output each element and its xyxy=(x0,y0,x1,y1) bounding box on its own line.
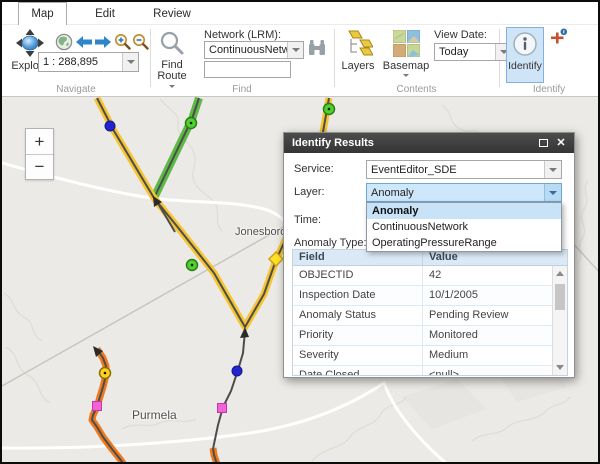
ribbon: Explore xyxy=(2,25,598,96)
view-date-combobox[interactable]: Today xyxy=(434,43,512,61)
dialog-titlebar[interactable]: Identify Results ✕ xyxy=(284,133,574,153)
table-row[interactable]: SeverityMedium xyxy=(293,346,552,366)
field-column-header: Field xyxy=(293,250,423,265)
find-group-label: Find xyxy=(150,84,334,95)
scrollbar-down-icon[interactable] xyxy=(553,361,567,374)
table-row[interactable]: PriorityMonitored xyxy=(293,326,552,346)
layer-dropdown-list: Anomaly ContinuousNetwork OperatingPress… xyxy=(366,202,562,252)
map-zoom-in-button[interactable]: + xyxy=(26,129,53,154)
service-combobox[interactable]: EventEditor_SDE xyxy=(366,160,562,179)
layer-combobox[interactable]: Anomaly xyxy=(366,183,562,202)
network-lrm-label: Network (LRM): xyxy=(204,29,281,41)
basemap-icon xyxy=(393,30,420,60)
table-row[interactable]: OBJECTID42 xyxy=(293,266,552,286)
marker-green-point[interactable] xyxy=(186,118,197,129)
map-zoom-control: + − xyxy=(25,128,54,180)
identify-button[interactable]: Identify xyxy=(506,27,544,83)
table-header-row: Field Value xyxy=(293,250,567,266)
tab-map[interactable]: Map xyxy=(18,2,67,25)
find-route-button[interactable]: Find Route xyxy=(153,30,191,88)
maximize-button[interactable] xyxy=(536,136,550,150)
table-row[interactable]: Inspection Date10/1/2005 xyxy=(293,286,552,306)
dropdown-arrow-icon[interactable] xyxy=(544,184,561,201)
scrollbar-up-icon[interactable] xyxy=(553,267,567,280)
town-label-purmela: Purmela xyxy=(132,408,177,422)
table-scrollbar[interactable] xyxy=(552,266,567,375)
maximize-icon xyxy=(539,139,548,147)
group-separator xyxy=(150,29,151,87)
marker-green-point[interactable] xyxy=(324,104,335,115)
tab-edit[interactable]: Edit xyxy=(80,2,130,25)
identify-route-icon[interactable] xyxy=(549,28,568,52)
dropdown-arrow-icon[interactable] xyxy=(122,53,138,71)
layers-button[interactable]: Layers xyxy=(338,30,378,72)
table-row[interactable]: Anomaly StatusPending Review xyxy=(293,306,552,326)
attribute-table: Field Value OBJECTID42 Inspection Date10… xyxy=(292,249,568,376)
table-body: OBJECTID42 Inspection Date10/1/2005 Anom… xyxy=(293,266,552,376)
town-label-jonesboro: Jonesboro xyxy=(235,226,286,238)
full-extent-globe-icon[interactable] xyxy=(55,33,73,51)
service-label: Service: xyxy=(294,163,334,175)
contents-group-label: Contents xyxy=(334,84,499,95)
identify-group-label: Identify xyxy=(499,84,599,95)
route-orange[interactable] xyxy=(92,349,217,462)
dropdown-option-continuousnetwork[interactable]: ContinuousNetwork xyxy=(367,219,561,235)
table-row[interactable]: Date Closed<null> xyxy=(293,366,552,376)
event-editor-window: Map Edit Review Explore xyxy=(0,0,600,464)
dropdown-option-operatingpressurerange[interactable]: OperatingPressureRange xyxy=(367,235,561,251)
basemap-dropdown-arrow-icon[interactable] xyxy=(403,74,409,77)
group-separator xyxy=(334,29,335,87)
tab-review[interactable]: Review xyxy=(142,2,202,25)
marker-green-point[interactable] xyxy=(187,260,198,271)
layers-icon xyxy=(344,30,373,60)
ribbon-tabstrip: Map Edit Review xyxy=(2,2,598,25)
close-icon: ✕ xyxy=(556,138,565,148)
marker-yellow-point[interactable] xyxy=(100,368,111,379)
dropdown-arrow-icon[interactable] xyxy=(544,161,561,178)
network-lrm-combobox[interactable]: ContinuousNetwork xyxy=(204,41,304,59)
identify-results-dialog: Identify Results ✕ Service: EventEditor_… xyxy=(283,132,575,378)
time-label: Time: xyxy=(294,214,321,226)
map-scale-combobox[interactable]: 1 : 288,895 xyxy=(38,52,139,72)
scrollbar-thumb[interactable] xyxy=(555,284,565,310)
map-view[interactable]: Jonesboro Purmela + − Identify Results ✕… xyxy=(2,96,598,462)
marker-blue-point[interactable] xyxy=(232,366,242,376)
marker-pink-square[interactable] xyxy=(93,402,102,411)
layer-label: Layer: xyxy=(294,186,325,198)
value-column-header: Value xyxy=(423,250,567,265)
marker-blue-point[interactable] xyxy=(105,121,115,131)
map-zoom-out-button[interactable]: − xyxy=(26,154,53,179)
close-button[interactable]: ✕ xyxy=(554,136,568,150)
dropdown-option-anomaly[interactable]: Anomaly xyxy=(367,203,561,219)
anomaly-type-label: Anomaly Type: xyxy=(294,237,367,249)
marker-pink-square[interactable] xyxy=(218,404,227,413)
binoculars-icon[interactable] xyxy=(308,39,326,61)
navigate-group-label: Navigate xyxy=(2,84,150,95)
basemap-button[interactable]: Basemap xyxy=(382,30,430,77)
route-green[interactable] xyxy=(154,98,199,198)
dropdown-arrow-icon[interactable] xyxy=(287,42,303,58)
view-date-label: View Date: xyxy=(434,29,487,41)
route-input[interactable] xyxy=(204,61,291,78)
identify-icon xyxy=(512,31,538,60)
dialog-title: Identify Results xyxy=(292,137,374,149)
find-route-magnifier-icon xyxy=(159,30,185,59)
